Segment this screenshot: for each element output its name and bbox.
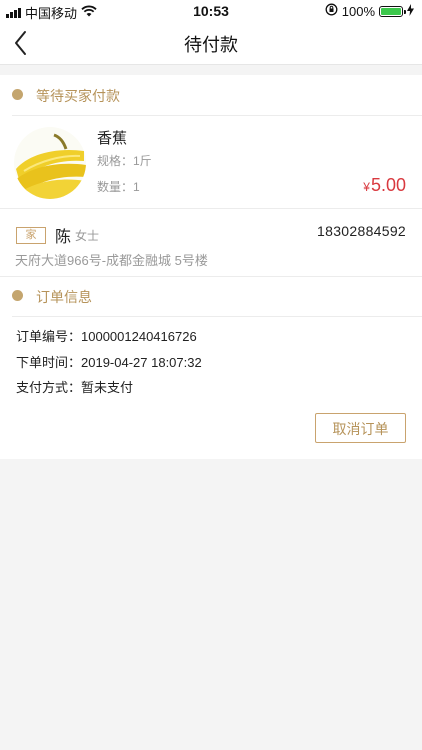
recipient-phone: 18302884592 [317,223,406,239]
product-name[interactable]: 香蕉 [97,127,127,148]
product-image[interactable] [14,127,86,199]
orientation-lock-icon [325,3,338,19]
address-line: 天府大道966号-成都金融城 5号楼 [15,253,208,268]
order-status-title: 等待买家付款 [36,88,120,104]
banana-image [14,127,86,199]
recipient-title: 女士 [75,229,100,243]
divider [12,316,422,317]
order-detail-card: 等待买家付款 香蕉 规格：1斤 数量：1 ¥5.00 家 陈 女士 183028… [0,75,422,459]
info-dot-icon [12,290,23,301]
divider [0,208,422,209]
status-bar: 中国移动 10:53 100% [0,0,422,22]
order-status-header: 等待买家付款 [0,75,422,115]
product-spec: 规格：1斤 [97,154,152,168]
order-info-title: 订单信息 [36,289,92,305]
address-tag: 家 [16,227,46,244]
order-time: 下单时间：2019-04-27 18:07:32 [16,355,202,370]
recipient-name: 陈 [55,229,72,246]
price-value: 5.00 [370,175,406,195]
currency-symbol: ¥ [363,180,370,194]
divider [12,115,422,116]
order-number: 订单编号：1000001240416726 [16,329,197,344]
section-gap [0,65,422,75]
page-title: 待付款 [184,35,238,55]
battery-percent: 100% [341,3,375,19]
status-dot-icon [12,89,23,100]
status-right: 100% [325,3,414,19]
payment-method: 支付方式：暂未支付 [16,380,134,395]
product-quantity: 数量：1 [97,180,140,194]
navigation-bar: 待付款 [0,22,422,65]
product-price: ¥5.00 [363,175,406,196]
order-info-header: 订单信息 [0,276,422,316]
battery-icon [379,5,406,17]
cancel-order-button[interactable]: 取消订单 [315,413,406,443]
charging-icon [407,3,414,19]
